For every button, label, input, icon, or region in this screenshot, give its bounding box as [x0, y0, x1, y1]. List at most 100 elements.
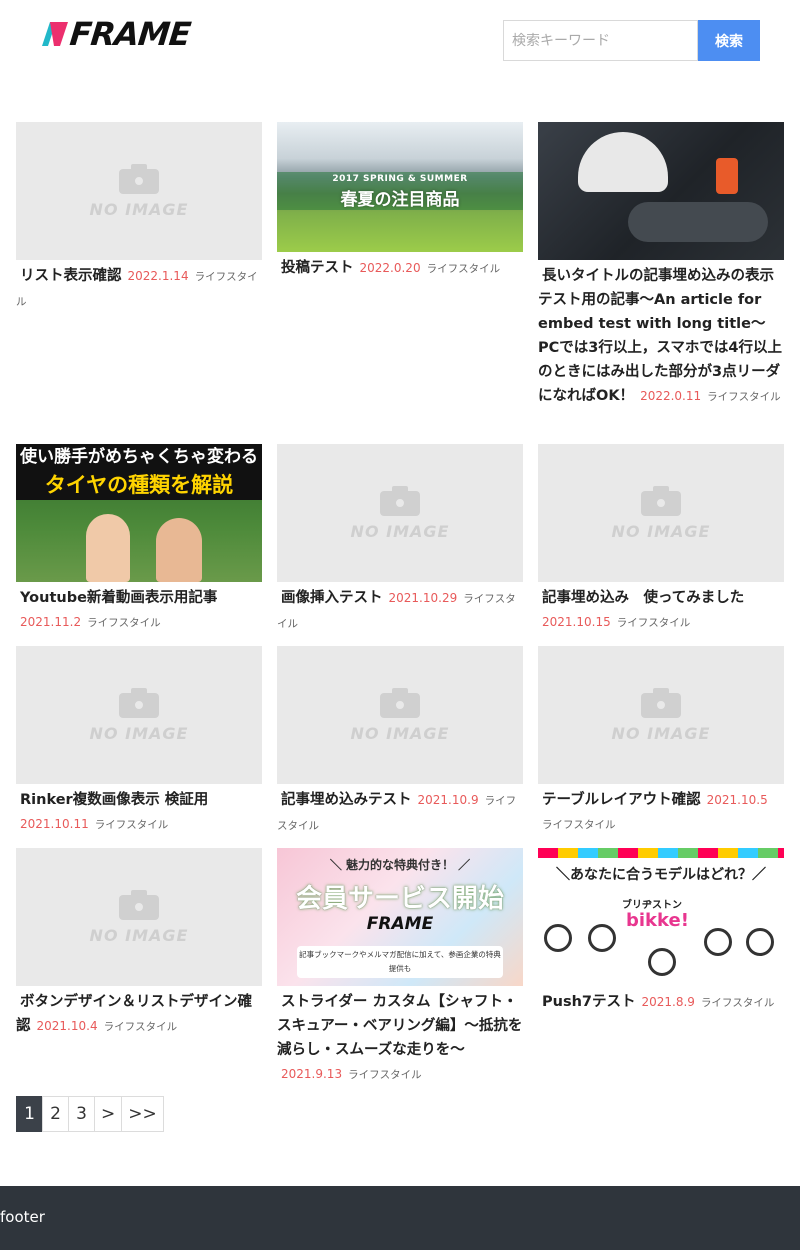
- thumbnail-heading: タイヤの種類を解説: [16, 470, 262, 500]
- no-image-placeholder: NO IMAGE: [16, 646, 262, 784]
- camera-icon: [119, 889, 159, 920]
- article-category[interactable]: ライフスタイル: [104, 1021, 178, 1033]
- phone-icon: [716, 158, 738, 194]
- camera-icon: [641, 687, 681, 718]
- article-card[interactable]: NO IMAGE テーブルレイアウト確認 2021.10.5 ライフスタイル: [538, 646, 784, 837]
- article-card[interactable]: 長いタイトルの記事埋め込みの表示テスト用の記事〜An article for e…: [538, 122, 784, 409]
- article-category[interactable]: ライフスタイル: [542, 819, 616, 831]
- thumbnail-heading: 会員サービス開始: [295, 884, 504, 914]
- thumbnail-heading: 春夏の注目商品: [340, 190, 460, 210]
- no-image-placeholder: NO IMAGE: [277, 646, 523, 784]
- article-thumbnail[interactable]: NO IMAGE: [277, 444, 523, 582]
- article-date: 2021.10.4: [36, 1019, 98, 1033]
- article-title[interactable]: Rinker複数画像表示 検証用: [16, 792, 208, 808]
- article-thumbnail[interactable]: 使い勝手がめちゃくちゃ変わる タイヤの種類を解説: [16, 444, 262, 582]
- site-footer: footer: [0, 1186, 800, 1250]
- article-title[interactable]: 投稿テスト: [277, 260, 354, 276]
- no-image-placeholder: NO IMAGE: [16, 848, 262, 986]
- no-image-placeholder: NO IMAGE: [277, 444, 523, 582]
- article-title[interactable]: 長いタイトルの記事埋め込みの表示テスト用の記事〜An article for e…: [538, 268, 782, 404]
- bicycle-icon: [648, 948, 676, 976]
- thumbnail-logo: FRAME: [366, 914, 434, 934]
- camera-icon: [380, 687, 420, 718]
- article-date: 2021.10.29: [388, 591, 458, 605]
- bicycle-icon: [544, 924, 572, 952]
- article-thumbnail[interactable]: NO IMAGE: [538, 444, 784, 582]
- thumbnail-caption: ブリヂストン: [622, 900, 682, 911]
- article-thumbnail[interactable]: NO IMAGE: [16, 122, 262, 260]
- site-header: FRAME 検索: [0, 0, 800, 100]
- article-thumbnail[interactable]: ＼ 魅力的な特典付き！ ／ 会員サービス開始 FRAME 記事ブックマークやメル…: [277, 848, 523, 986]
- bicycle-icon: [588, 924, 616, 952]
- last-page-link[interactable]: >>: [121, 1096, 164, 1132]
- no-image-placeholder: NO IMAGE: [16, 122, 262, 260]
- thumbnail-heading: ＼あなたに合うモデルはどれ？／: [556, 867, 766, 883]
- search-input[interactable]: [503, 20, 698, 61]
- article-date: 2021.10.5: [706, 793, 768, 807]
- article-title[interactable]: リスト表示確認: [16, 268, 122, 284]
- article-date: 2022.0.11: [640, 389, 702, 403]
- article-category[interactable]: ライフスタイル: [427, 263, 501, 275]
- article-card[interactable]: ＼ 魅力的な特典付き！ ／ 会員サービス開始 FRAME 記事ブックマークやメル…: [277, 848, 523, 1087]
- article-category[interactable]: ライフスタイル: [701, 997, 775, 1009]
- article-thumbnail[interactable]: 2017 SPRING & SUMMER 春夏の注目商品: [277, 122, 523, 252]
- article-thumbnail[interactable]: ＼あなたに合うモデルはどれ？／ ブリヂストン bikke!: [538, 848, 784, 986]
- article-card[interactable]: NO IMAGE 記事埋め込み 使ってみました 2021.10.15 ライフスタイル: [538, 444, 784, 635]
- article-card[interactable]: NO IMAGE リスト表示確認 2022.1.14 ライフスタイル: [16, 122, 262, 314]
- article-thumbnail[interactable]: NO IMAGE: [16, 646, 262, 784]
- article-date: 2021.11.2: [20, 615, 82, 629]
- article-category[interactable]: ライフスタイル: [348, 1069, 422, 1081]
- thumbnail-caption: ＼ 魅力的な特典付き！ ／: [329, 858, 471, 872]
- article-title[interactable]: 画像挿入テスト: [277, 590, 383, 606]
- article-card[interactable]: 2017 SPRING & SUMMER 春夏の注目商品 投稿テスト 2022.0…: [277, 122, 523, 281]
- next-page-link[interactable]: >: [94, 1096, 123, 1132]
- article-date: 2021.10.15: [542, 615, 611, 629]
- no-image-placeholder: NO IMAGE: [538, 646, 784, 784]
- article-card[interactable]: NO IMAGE Rinker複数画像表示 検証用 2021.10.11 ライフスタ…: [16, 646, 262, 837]
- camera-icon: [119, 163, 159, 194]
- thumbnail-note: 記事ブックマークやメルマガ配信に加えて、参画企業の特典提供も: [297, 946, 503, 978]
- article-category[interactable]: ライフスタイル: [95, 819, 169, 831]
- thumbnail-caption: 使い勝手がめちゃくちゃ変わる: [16, 444, 262, 470]
- article-card[interactable]: 使い勝手がめちゃくちゃ変わる タイヤの種類を解説 Youtube新着動画表示用記…: [16, 444, 262, 635]
- article-thumbnail[interactable]: NO IMAGE: [16, 848, 262, 986]
- article-title[interactable]: 記事埋め込みテスト: [277, 792, 412, 808]
- article-date: 2022.0.20: [359, 261, 421, 275]
- page-3-link[interactable]: 3: [68, 1096, 95, 1132]
- article-date: 2021.9.13: [281, 1067, 343, 1081]
- article-thumbnail[interactable]: NO IMAGE: [538, 646, 784, 784]
- pagination: 1 2 3 > >>: [16, 1096, 164, 1132]
- page-1-link[interactable]: 1: [16, 1096, 43, 1132]
- article-category[interactable]: ライフスタイル: [617, 617, 691, 629]
- bicycle-icon: [746, 928, 774, 956]
- camera-icon: [119, 687, 159, 718]
- logo-mark-icon: [42, 22, 68, 46]
- camera-icon: [380, 485, 420, 516]
- article-title[interactable]: ストライダー カスタム【シャフト・スキュアー・ベアリング編】〜抵抗を減らし・スム…: [277, 994, 522, 1058]
- article-card[interactable]: ＼あなたに合うモデルはどれ？／ ブリヂストン bikke! Push7テスト 20…: [538, 848, 784, 1015]
- article-title[interactable]: テーブルレイアウト確認: [538, 792, 701, 808]
- article-date: 2022.1.14: [127, 269, 189, 283]
- article-thumbnail[interactable]: NO IMAGE: [277, 646, 523, 784]
- search-form: 検索: [503, 20, 760, 61]
- article-card[interactable]: NO IMAGE ボタンデザイン＆リストデザイン確認 2021.10.4 ライフスタ…: [16, 848, 262, 1039]
- article-title[interactable]: 記事埋め込み 使ってみました: [538, 590, 744, 606]
- camera-icon: [641, 485, 681, 516]
- footer-text: footer: [0, 1208, 45, 1226]
- page-2-link[interactable]: 2: [42, 1096, 69, 1132]
- no-image-placeholder: NO IMAGE: [538, 444, 784, 582]
- logo-text: FRAME: [68, 15, 192, 53]
- article-category[interactable]: ライフスタイル: [87, 617, 161, 629]
- article-category[interactable]: ライフスタイル: [707, 391, 781, 403]
- article-title[interactable]: Push7テスト: [538, 994, 636, 1010]
- article-title[interactable]: Youtube新着動画表示用記事: [16, 590, 217, 606]
- thumbnail-logo: bikke!: [626, 910, 689, 931]
- article-date: 2021.8.9: [641, 995, 695, 1009]
- bicycle-icon: [704, 928, 732, 956]
- article-date: 2021.10.11: [20, 817, 89, 831]
- article-card[interactable]: NO IMAGE 記事埋め込みテスト 2021.10.9 ライフスタイル: [277, 646, 523, 838]
- search-button[interactable]: 検索: [698, 20, 760, 61]
- article-thumbnail[interactable]: [538, 122, 784, 260]
- site-logo[interactable]: FRAME: [40, 15, 192, 53]
- article-card[interactable]: NO IMAGE 画像挿入テスト 2021.10.29 ライフスタイル: [277, 444, 523, 636]
